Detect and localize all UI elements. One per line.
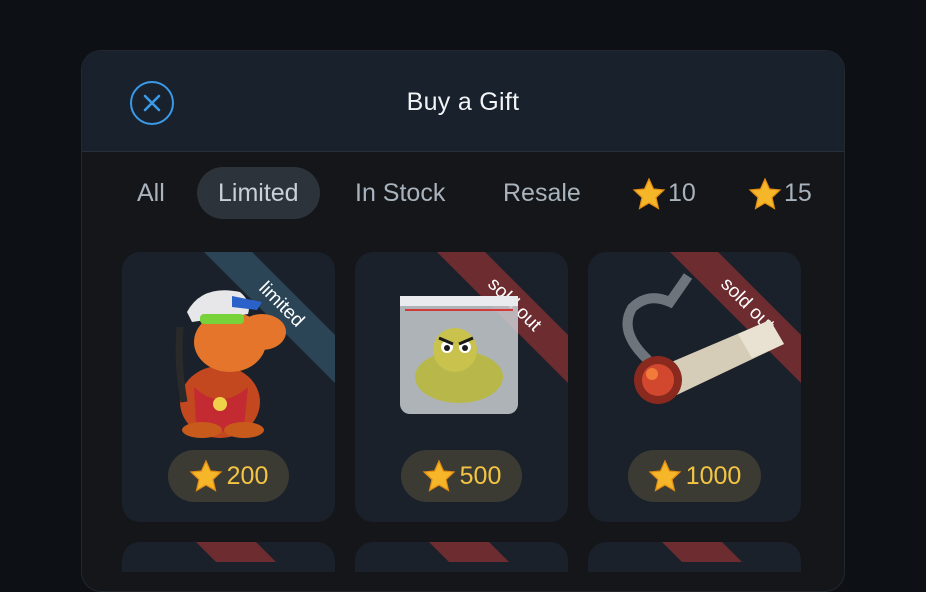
gift-card-partial[interactable] [588, 542, 801, 572]
gift-modal: Buy a Gift All Limited In Stock Resale 1… [81, 50, 845, 592]
gift-card-partial[interactable] [355, 542, 568, 572]
star-icon [748, 177, 782, 211]
tab-in-stock[interactable]: In Stock [355, 167, 445, 219]
modal-header: Buy a Gift [82, 51, 844, 152]
tab-limited[interactable]: Limited [197, 167, 320, 219]
tab-all[interactable]: All [137, 167, 165, 219]
ribbon-stub [429, 542, 509, 562]
tab-price-10-label: 10 [668, 179, 696, 207]
star-icon [422, 459, 456, 492]
price-badge[interactable]: 200 [168, 450, 289, 502]
star-icon [632, 177, 666, 211]
price-badge[interactable]: 1000 [628, 450, 761, 502]
price-value: 1000 [685, 461, 742, 490]
star-icon [189, 459, 223, 492]
page-title: Buy a Gift [406, 88, 520, 116]
ribbon-stub [196, 542, 276, 562]
star-icon [648, 459, 682, 492]
gift-card-bag[interactable]: sold out 500 [355, 252, 568, 522]
filter-tabs: All Limited In Stock Resale 10 15 [82, 167, 844, 219]
ribbon-stub [662, 542, 742, 562]
gift-card-partial[interactable] [122, 542, 335, 572]
tab-resale[interactable]: Resale [503, 167, 581, 219]
tab-price-15-label: 15 [784, 179, 812, 207]
tab-price-15[interactable]: 15 [748, 167, 812, 219]
gift-card-joint[interactable]: sold out 1000 [588, 252, 801, 522]
gift-card-dog[interactable]: limited 200 [122, 252, 335, 522]
tab-price-10[interactable]: 10 [632, 167, 696, 219]
price-value: 500 [459, 461, 502, 490]
price-badge[interactable]: 500 [401, 450, 522, 502]
price-value: 200 [226, 461, 269, 490]
